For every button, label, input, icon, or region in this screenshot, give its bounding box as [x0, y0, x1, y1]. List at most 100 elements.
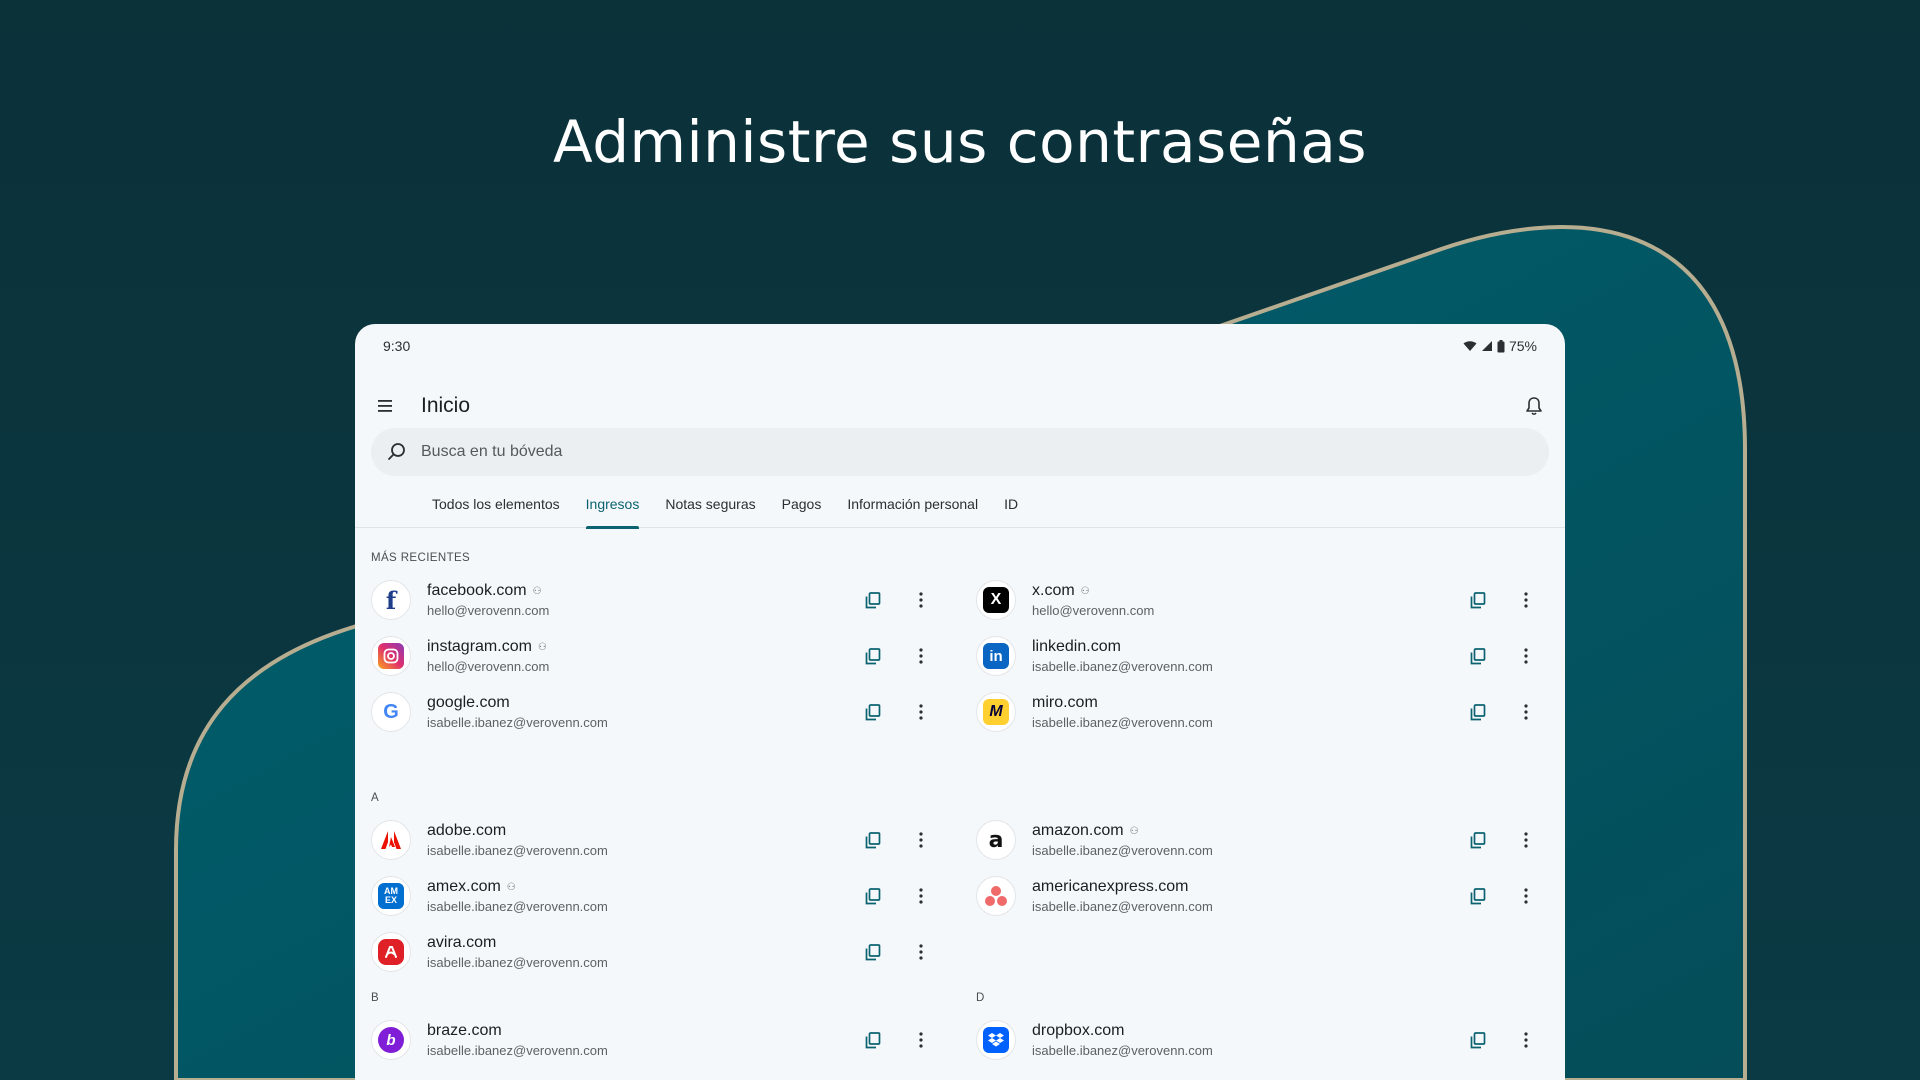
section-b: B	[371, 992, 380, 1004]
item-username: hello@verovenn.com	[1032, 603, 1155, 618]
avira-icon	[378, 939, 404, 965]
more-vert-icon[interactable]	[908, 587, 934, 613]
tab-secure-notes[interactable]: Notas seguras	[652, 492, 768, 528]
copy-icon[interactable]	[860, 939, 886, 965]
collection-icon: ⚇	[537, 641, 547, 653]
copy-icon[interactable]	[860, 1027, 886, 1053]
more-vert-icon[interactable]	[1513, 643, 1539, 669]
battery-percent: 75%	[1508, 338, 1537, 354]
tab-personal-info[interactable]: Información personal	[834, 492, 991, 528]
tab-bar: Todos los elementos Ingresos Notas segur…	[355, 492, 1565, 529]
section-d: D	[976, 992, 985, 1004]
search-bar[interactable]	[371, 428, 1549, 476]
more-vert-icon[interactable]	[1513, 883, 1539, 909]
item-title: amex.com	[427, 878, 501, 895]
list-item-facebook[interactable]: f facebook.com ⚇ hello@verovenn.com	[371, 572, 936, 628]
app-bar: Inicio	[355, 384, 1565, 428]
site-icon: in	[976, 636, 1016, 676]
list-item-linkedin[interactable]: in linkedin.com isabelle.ibanez@verovenn…	[976, 628, 1541, 684]
section-recent: MÁS RECIENTES	[371, 552, 471, 564]
item-username: isabelle.ibanez@verovenn.com	[427, 715, 608, 730]
item-username: isabelle.ibanez@verovenn.com	[427, 843, 608, 858]
copy-icon[interactable]	[1465, 1027, 1491, 1053]
site-icon: b	[371, 1020, 411, 1060]
copy-icon[interactable]	[1465, 699, 1491, 725]
list-item-dropbox[interactable]: dropbox.com isabelle.ibanez@verovenn.com	[976, 1012, 1541, 1068]
copy-icon[interactable]	[860, 827, 886, 853]
tab-payments[interactable]: Pagos	[769, 492, 835, 528]
braze-icon: b	[378, 1027, 404, 1053]
tab-logins[interactable]: Ingresos	[573, 492, 653, 529]
list-item-avira[interactable]: avira.com isabelle.ibanez@verovenn.com	[371, 924, 936, 980]
site-icon: f	[371, 580, 411, 620]
item-username: hello@verovenn.com	[427, 603, 550, 618]
item-username: isabelle.ibanez@verovenn.com	[1032, 659, 1213, 674]
item-username: isabelle.ibanez@verovenn.com	[1032, 1043, 1213, 1058]
item-title: adobe.com	[427, 822, 507, 839]
copy-icon[interactable]	[860, 699, 886, 725]
google-icon: G	[383, 700, 399, 723]
list-item-instagram[interactable]: instagram.com ⚇ hello@verovenn.com	[371, 628, 936, 684]
copy-icon[interactable]	[860, 643, 886, 669]
menu-icon[interactable]	[373, 393, 399, 419]
page-title: Inicio	[421, 394, 471, 417]
three-dots-icon	[983, 883, 1009, 909]
list-item-google[interactable]: G google.com isabelle.ibanez@verovenn.co…	[371, 684, 936, 740]
item-title: dropbox.com	[1032, 1022, 1125, 1039]
more-vert-icon[interactable]	[908, 699, 934, 725]
more-vert-icon[interactable]	[1513, 587, 1539, 613]
list-item-amex[interactable]: AM EX amex.com ⚇ isabelle.ibanez@verovenn.…	[371, 868, 936, 924]
item-title: instagram.com	[427, 638, 532, 655]
more-vert-icon[interactable]	[908, 1027, 934, 1053]
list-item-adobe[interactable]: adobe.com isabelle.ibanez@verovenn.com	[371, 812, 936, 868]
more-vert-icon[interactable]	[1513, 699, 1539, 725]
item-title: x.com	[1032, 582, 1075, 599]
section-a: A	[371, 792, 380, 804]
copy-icon[interactable]	[1465, 883, 1491, 909]
bell-icon[interactable]	[1521, 393, 1547, 419]
collection-icon: ⚇	[532, 585, 542, 597]
more-vert-icon[interactable]	[1513, 1027, 1539, 1053]
copy-icon[interactable]	[1465, 587, 1491, 613]
tab-id[interactable]: ID	[991, 492, 1031, 528]
copy-icon[interactable]	[860, 587, 886, 613]
more-vert-icon[interactable]	[908, 939, 934, 965]
item-username: isabelle.ibanez@verovenn.com	[1032, 843, 1213, 858]
list-item-miro[interactable]: M miro.com isabelle.ibanez@verovenn.com	[976, 684, 1541, 740]
tab-all-items[interactable]: Todos los elementos	[419, 492, 573, 528]
battery-icon	[1497, 339, 1505, 352]
copy-icon[interactable]	[1465, 827, 1491, 853]
headline: Administre sus contraseñas	[553, 108, 1367, 176]
facebook-icon: f	[385, 585, 397, 615]
item-username: hello@verovenn.com	[427, 659, 550, 674]
copy-icon[interactable]	[1465, 643, 1491, 669]
more-vert-icon[interactable]	[1513, 827, 1539, 853]
copy-icon[interactable]	[860, 883, 886, 909]
site-icon: X	[976, 580, 1016, 620]
item-username: isabelle.ibanez@verovenn.com	[427, 899, 608, 914]
collection-icon: ⚇	[1080, 585, 1090, 597]
item-title: avira.com	[427, 934, 497, 951]
list-item-braze[interactable]: b braze.com isabelle.ibanez@verovenn.com	[371, 1012, 936, 1068]
site-icon: G	[371, 692, 411, 732]
site-icon	[371, 820, 411, 860]
site-icon	[371, 932, 411, 972]
collection-icon: ⚇	[506, 881, 516, 893]
more-vert-icon[interactable]	[908, 883, 934, 909]
list-item-americanexpress[interactable]: americanexpress.com isabelle.ibanez@vero…	[976, 868, 1541, 924]
instagram-icon	[378, 643, 404, 669]
more-vert-icon[interactable]	[908, 643, 934, 669]
status-icons: 75%	[1463, 338, 1537, 354]
status-bar: 9:30 75%	[355, 324, 1565, 368]
more-vert-icon[interactable]	[908, 827, 934, 853]
site-icon: AM EX	[371, 876, 411, 916]
status-time: 9:30	[383, 338, 411, 354]
item-username: isabelle.ibanez@verovenn.com	[427, 1043, 608, 1058]
list-item-amazon[interactable]: a amazon.com ⚇ isabelle.ibanez@verovenn.c…	[976, 812, 1541, 868]
list-item-x[interactable]: X x.com ⚇ hello@verovenn.com	[976, 572, 1541, 628]
site-icon: a	[976, 820, 1016, 860]
search-input[interactable]	[421, 443, 1321, 461]
signal-icon	[1481, 341, 1492, 351]
site-icon	[976, 876, 1016, 916]
adobe-icon	[378, 827, 404, 853]
